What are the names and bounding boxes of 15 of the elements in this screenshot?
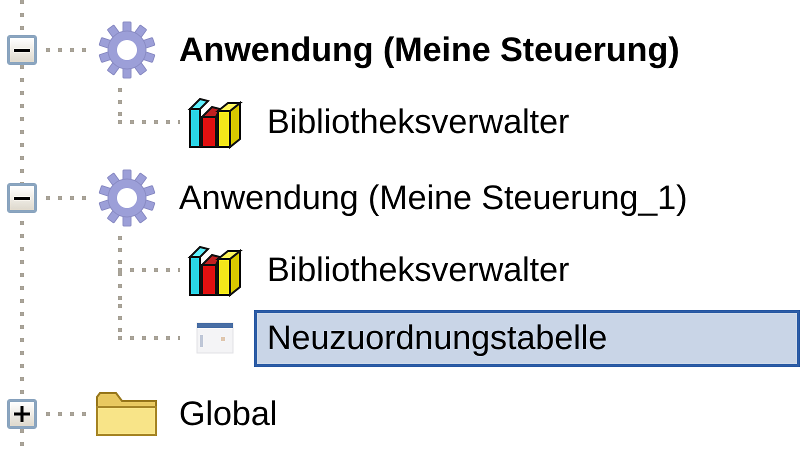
expand-toggle[interactable] xyxy=(7,399,37,429)
gear-icon xyxy=(96,19,158,81)
expand-toggle[interactable] xyxy=(7,183,37,213)
tree-item[interactable]: Bibliotheksverwalter xyxy=(254,242,582,298)
folder-icon xyxy=(94,389,160,439)
tree-item[interactable]: Neuzuordnungstabelle xyxy=(254,310,800,366)
tree-item[interactable]: Global xyxy=(166,386,290,442)
tree-item[interactable]: Bibliotheksverwalter xyxy=(254,94,582,150)
gear-icon xyxy=(96,167,158,229)
tree-item[interactable]: Anwendung (Meine Steuerung) xyxy=(166,22,693,78)
minus-icon xyxy=(14,48,30,52)
plus-icon xyxy=(14,406,30,422)
tree-item[interactable]: Anwendung (Meine Steuerung_1) xyxy=(166,170,700,226)
minus-icon xyxy=(14,196,30,200)
expand-toggle[interactable] xyxy=(7,35,37,65)
